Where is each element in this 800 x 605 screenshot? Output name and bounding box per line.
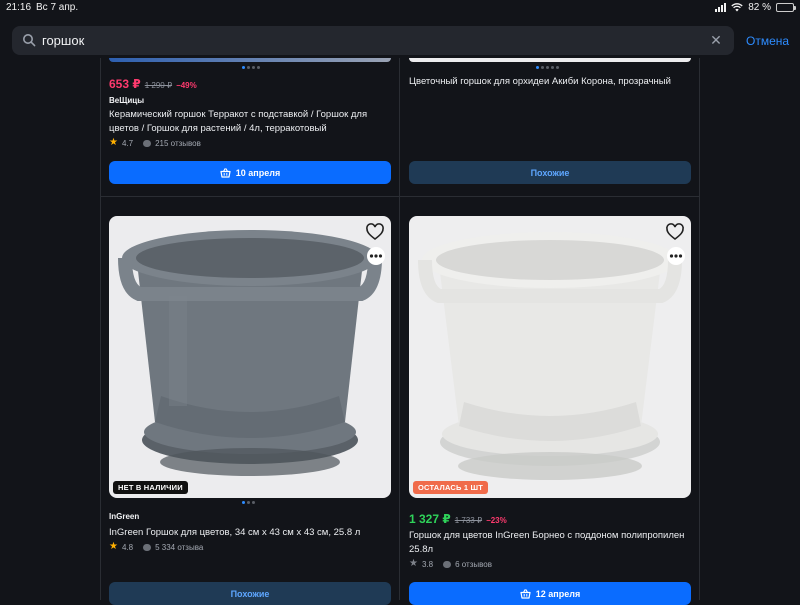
reviews-count[interactable]: 215 отзывов	[155, 139, 201, 148]
product-title[interactable]: InGreen Горшок для цветов, 34 см х 43 см…	[109, 526, 391, 540]
product-title[interactable]: Керамический горшок Терракот с подставко…	[109, 108, 391, 136]
rating-value: 3.8	[422, 560, 433, 569]
old-price: 1 290 ₽	[145, 81, 172, 90]
more-options-icon[interactable]	[666, 246, 686, 266]
delivery-date-label: 12 апреля	[536, 589, 580, 599]
discount-label: −23%	[486, 516, 507, 525]
gray-flower-pot-image	[109, 216, 391, 498]
product-image-bottom[interactable]	[109, 58, 391, 62]
add-to-cart-button[interactable]: 10 апреля	[109, 161, 391, 184]
favorite-heart-icon[interactable]	[665, 222, 685, 242]
current-price: 1 327 ₽	[409, 512, 451, 526]
reviews-count[interactable]: 6 отзывов	[455, 560, 492, 569]
wifi-icon	[731, 3, 743, 12]
product-image-bottom[interactable]	[409, 58, 691, 62]
status-date: Вс 7 апр.	[36, 2, 78, 13]
grid-divider	[399, 58, 400, 600]
similar-button[interactable]: Похожие	[109, 582, 391, 605]
grid-divider	[100, 58, 101, 600]
white-marble-flower-pot-image	[409, 216, 691, 498]
favorite-heart-icon[interactable]	[365, 222, 385, 242]
more-options-icon[interactable]	[366, 246, 386, 266]
star-icon: ★	[409, 559, 418, 569]
product-image[interactable]: ОСТАЛАСЬ 1 ШТ	[409, 216, 691, 498]
basket-icon	[220, 168, 231, 178]
star-icon: ★	[109, 542, 118, 552]
similar-label: Похожие	[231, 589, 270, 599]
discount-label: −49%	[176, 81, 197, 90]
battery-icon	[776, 3, 794, 12]
rating-row: ★ 4.8 5 334 отзыва	[109, 542, 203, 552]
brand-name[interactable]: InGreen	[109, 512, 139, 521]
reviews-bubble-icon	[143, 544, 151, 551]
status-time: 21:16	[6, 2, 31, 13]
rating-row: ★ 4.7 215 отзывов	[109, 138, 201, 148]
battery-percent: 82 %	[748, 2, 771, 13]
star-icon: ★	[109, 138, 118, 148]
current-price: 653 ₽	[109, 77, 141, 91]
price-row: 1 327 ₽ 1 733 ₽ −23%	[409, 512, 507, 526]
delivery-date-label: 10 апреля	[236, 168, 280, 178]
clear-search-icon[interactable]: ✕	[708, 32, 724, 48]
product-title[interactable]: Цветочный горшок для орхидеи Акиби Корон…	[409, 75, 691, 89]
similar-button[interactable]: Похожие	[409, 161, 691, 184]
product-title[interactable]: Горшок для цветов InGreen Борнео с поддо…	[409, 529, 691, 557]
grid-divider	[699, 58, 700, 600]
reviews-bubble-icon	[143, 140, 151, 147]
image-pager-dots	[242, 66, 260, 69]
status-badge: ОСТАЛАСЬ 1 ШТ	[413, 481, 488, 494]
cancel-button[interactable]: Отмена	[746, 34, 789, 48]
search-icon	[22, 33, 36, 47]
status-right: 82 %	[715, 2, 794, 13]
add-to-cart-button[interactable]: 12 апреля	[409, 582, 691, 605]
price-row: 653 ₽ 1 290 ₽ −49%	[109, 77, 197, 91]
status-bar: 21:16 Вс 7 апр. 82 %	[0, 0, 800, 16]
similar-label: Похожие	[531, 168, 570, 178]
old-price: 1 733 ₽	[455, 516, 482, 525]
reviews-count[interactable]: 5 334 отзыва	[155, 543, 203, 552]
row-divider	[100, 196, 700, 197]
image-pager-dots	[536, 66, 559, 69]
search-input[interactable]	[42, 26, 702, 55]
search-bar[interactable]: ✕	[12, 26, 734, 55]
product-image[interactable]: НЕТ В НАЛИЧИИ	[109, 216, 391, 498]
rating-value: 4.7	[122, 139, 133, 148]
status-badge: НЕТ В НАЛИЧИИ	[113, 481, 188, 494]
image-pager-dots	[242, 501, 255, 504]
rating-value: 4.8	[122, 543, 133, 552]
reviews-bubble-icon	[443, 561, 451, 568]
brand-name[interactable]: BeЩицы	[109, 96, 144, 105]
cellular-signal-icon	[715, 3, 726, 12]
rating-row: ★ 3.8 6 отзывов	[409, 559, 492, 569]
basket-icon	[520, 589, 531, 599]
